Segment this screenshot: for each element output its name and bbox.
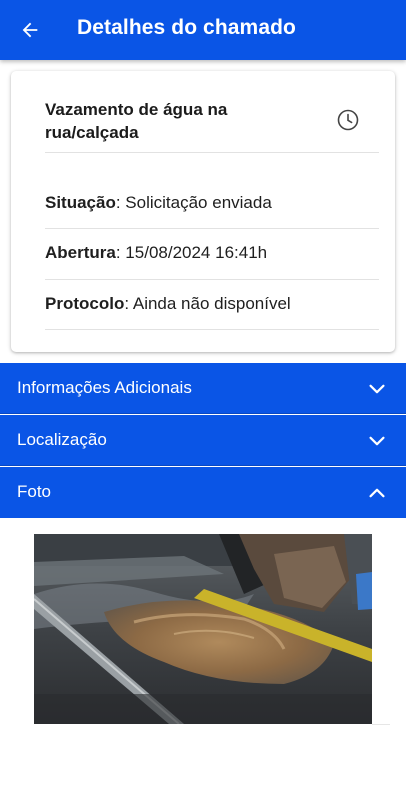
clock-icon [337, 109, 359, 131]
field-value: : Solicitação enviada [115, 193, 272, 212]
section-label: Informações Adicionais [17, 378, 192, 397]
leak-photo[interactable] [34, 534, 372, 724]
divider [372, 724, 390, 725]
field-label: Protocolo [45, 294, 125, 313]
status-field: Situação: Solicitação enviada [45, 193, 272, 213]
protocol-field: Protocolo: Ainda não disponível [45, 294, 291, 314]
page-title: Detalhes do chamado [77, 16, 296, 39]
field-label: Situação [45, 193, 116, 212]
chevron-up-icon [369, 488, 385, 498]
section-label: Localização [17, 430, 107, 449]
field-value: : 15/08/2024 16:41h [115, 243, 268, 262]
section-location[interactable]: Localização [0, 415, 406, 466]
chevron-down-icon [369, 436, 385, 446]
app-bar: Detalhes do chamado [0, 0, 406, 60]
request-title: Vazamento de água na rua/calçada [45, 100, 228, 142]
opening-field: Abertura: 15/08/2024 16:41h [45, 243, 267, 263]
arrow-left-icon [22, 22, 38, 38]
section-additional-info[interactable]: Informações Adicionais [0, 363, 406, 414]
back-button[interactable] [14, 14, 46, 46]
leak-photo-image [34, 534, 372, 724]
divider [45, 329, 379, 330]
field-label: Abertura [45, 243, 116, 262]
section-label: Foto [17, 482, 52, 501]
request-card: Vazamento de água na rua/calçada Situaçã… [11, 71, 395, 352]
divider [45, 228, 379, 229]
section-photo[interactable]: Foto [0, 467, 406, 518]
divider [45, 152, 379, 153]
chevron-down-icon [369, 384, 385, 394]
field-value: : Ainda não disponível [124, 294, 291, 313]
divider [45, 279, 379, 280]
